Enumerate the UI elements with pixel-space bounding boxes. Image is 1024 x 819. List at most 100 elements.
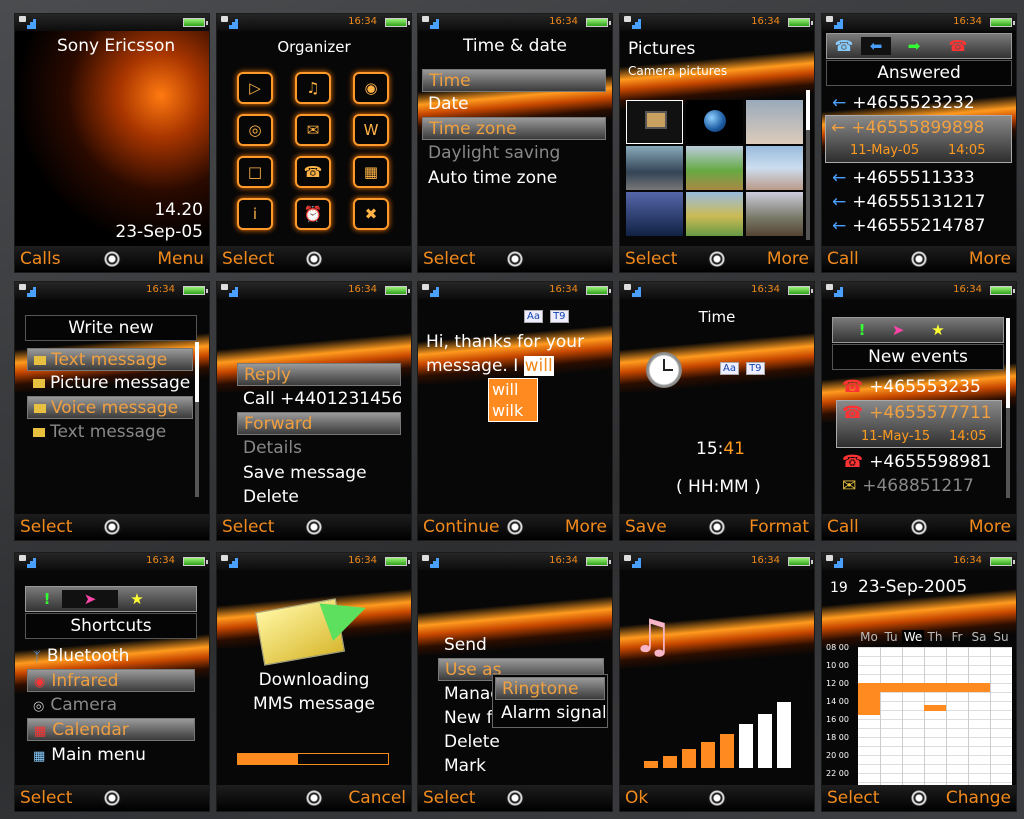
call-entry[interactable]: ← +4655511333	[826, 167, 1010, 190]
shortcut-camera[interactable]: ◎ Camera	[27, 694, 195, 717]
info-icon[interactable]: i	[237, 198, 273, 230]
menu-item-delete[interactable]: Delete	[438, 731, 604, 754]
scrollbar[interactable]	[806, 90, 810, 240]
center-key-icon[interactable]	[102, 251, 122, 267]
softkey-continue[interactable]: Continue	[423, 517, 499, 537]
messaging-icon[interactable]: ✉	[295, 114, 331, 146]
menu-item-call[interactable]: Call +4401231456	[237, 388, 401, 411]
menu-item-auto-time-zone[interactable]: Auto time zone	[422, 167, 606, 190]
camera-icon[interactable]: ◎	[237, 114, 273, 146]
center-key-icon[interactable]	[909, 519, 929, 535]
settings-icon[interactable]: ✖	[353, 198, 389, 230]
shortcut-bluetooth[interactable]: ᛉ Bluetooth	[27, 645, 195, 668]
event-entry[interactable]: ☎ +4655598981	[836, 451, 1010, 474]
menu-item-daylight-saving[interactable]: Daylight saving	[422, 142, 606, 165]
menu-item-text-message-2[interactable]: Text message	[27, 421, 193, 444]
softkey-select[interactable]: Select	[423, 788, 475, 808]
center-key-icon[interactable]	[909, 251, 929, 267]
tab-missed-calls[interactable]: ➤	[883, 321, 913, 339]
softkey-format[interactable]: Format	[749, 517, 809, 537]
games-icon[interactable]: ◉	[353, 72, 389, 104]
call-entry[interactable]: ← +46555214787	[826, 215, 1010, 238]
menu-item-save-message[interactable]: Save message	[237, 462, 401, 485]
tab-all-calls[interactable]: ☎	[829, 37, 859, 55]
picture-thumbnail[interactable]	[626, 146, 683, 190]
shortcut-infrared[interactable]: ◉ Infrared	[27, 669, 195, 692]
menu-item-details[interactable]: Details	[237, 437, 401, 460]
selected-event-entry[interactable]: ☎ +4655577711 11-May-15 14:05	[836, 400, 1002, 448]
tab-missed[interactable]: ☎	[943, 37, 973, 55]
softkey-call[interactable]: Call	[827, 249, 859, 269]
video-player-icon[interactable]: ▷	[237, 72, 273, 104]
menu-item-time-zone[interactable]: Time zone	[422, 117, 606, 140]
softkey-menu[interactable]: Menu	[157, 249, 204, 269]
picture-thumbnail[interactable]	[746, 192, 803, 236]
center-key-icon[interactable]	[707, 519, 727, 535]
menu-item-time[interactable]: Time	[422, 69, 606, 92]
tab-favorites[interactable]: ★	[923, 321, 953, 339]
center-key-icon[interactable]	[304, 790, 324, 806]
softkey-change[interactable]: Change	[946, 788, 1011, 808]
menu-item-voice-message[interactable]: Voice message	[27, 396, 193, 419]
event-entry[interactable]: ☎ +465553235	[836, 376, 1010, 399]
softkey-cancel[interactable]: Cancel	[348, 788, 406, 808]
selected-call-entry[interactable]: ← +46555899898 11-May-05 14:05	[825, 115, 1012, 163]
scrollbar[interactable]	[195, 342, 199, 497]
softkey-ok[interactable]: Ok	[625, 788, 648, 808]
softkey-select[interactable]: Select	[222, 249, 274, 269]
menu-item-reply[interactable]: Reply	[237, 363, 401, 386]
softkey-select[interactable]: Select	[625, 249, 677, 269]
picture-thumbnail[interactable]	[746, 100, 803, 144]
tab-favorites[interactable]: ★	[122, 590, 152, 608]
center-key-icon[interactable]	[909, 790, 929, 806]
picture-thumbnail[interactable]	[686, 146, 743, 190]
volume-level-bars[interactable]	[644, 683, 804, 768]
suggestion-item[interactable]: will	[489, 379, 537, 400]
submenu-item-alarm-signal[interactable]: Alarm signal	[495, 702, 605, 725]
submenu-item-ringtone[interactable]: Ringtone	[495, 677, 605, 700]
time-input[interactable]: 15:41	[696, 439, 745, 459]
center-key-icon[interactable]	[102, 519, 122, 535]
picture-thumbnail[interactable]	[686, 100, 743, 144]
softkey-select[interactable]: Select	[423, 249, 475, 269]
picture-thumbnail[interactable]	[686, 192, 743, 236]
tab-answered[interactable]: ⬅	[861, 37, 891, 55]
walkman-icon[interactable]: W	[353, 114, 389, 146]
tab-shortcuts[interactable]: ➤	[62, 590, 118, 608]
week-grid[interactable]	[858, 647, 1012, 785]
menu-item-text-message[interactable]: Text message	[27, 348, 193, 371]
tab-new-events[interactable]: !	[847, 321, 877, 339]
menu-item-delete[interactable]: Delete	[237, 486, 401, 509]
message-text-line-2[interactable]: message. I will	[426, 356, 554, 376]
softkey-calls[interactable]: Calls	[20, 249, 61, 269]
contacts-icon[interactable]: ☎	[295, 156, 331, 188]
softkey-select[interactable]: Select	[20, 517, 72, 537]
menu-item-date[interactable]: Date	[422, 93, 606, 116]
center-key-icon[interactable]	[505, 790, 525, 806]
calendar-event-block[interactable]	[858, 709, 880, 715]
center-key-icon[interactable]	[707, 790, 727, 806]
center-key-icon[interactable]	[102, 790, 122, 806]
tab-dialled[interactable]: ➡	[899, 37, 929, 55]
softkey-select[interactable]: Select	[20, 788, 72, 808]
softkey-more[interactable]: More	[969, 517, 1011, 537]
center-key-icon[interactable]	[707, 251, 727, 267]
softkey-save[interactable]: Save	[625, 517, 667, 537]
center-key-icon[interactable]	[505, 251, 525, 267]
shortcut-main-menu[interactable]: ▦ Main menu	[27, 744, 195, 767]
menu-item-mark[interactable]: Mark	[438, 755, 604, 778]
softkey-more[interactable]: More	[969, 249, 1011, 269]
calendar-event-block[interactable]	[858, 683, 880, 711]
event-entry[interactable]: ✉ +468851217	[836, 475, 1010, 498]
softkey-more[interactable]: More	[767, 249, 809, 269]
center-key-icon[interactable]	[304, 519, 324, 535]
picture-thumbnail[interactable]	[626, 192, 683, 236]
phone-icon[interactable]: ▦	[353, 156, 389, 188]
file-manager-icon[interactable]: □	[237, 156, 273, 188]
call-entry[interactable]: ← +4655523232	[826, 92, 1010, 115]
shortcut-calendar[interactable]: ▦ Calendar	[27, 718, 195, 741]
calendar-event-block[interactable]	[880, 683, 990, 692]
media-icon[interactable]: ♫	[295, 72, 331, 104]
softkey-select[interactable]: Select	[827, 788, 879, 808]
scrollbar[interactable]	[1006, 318, 1010, 498]
